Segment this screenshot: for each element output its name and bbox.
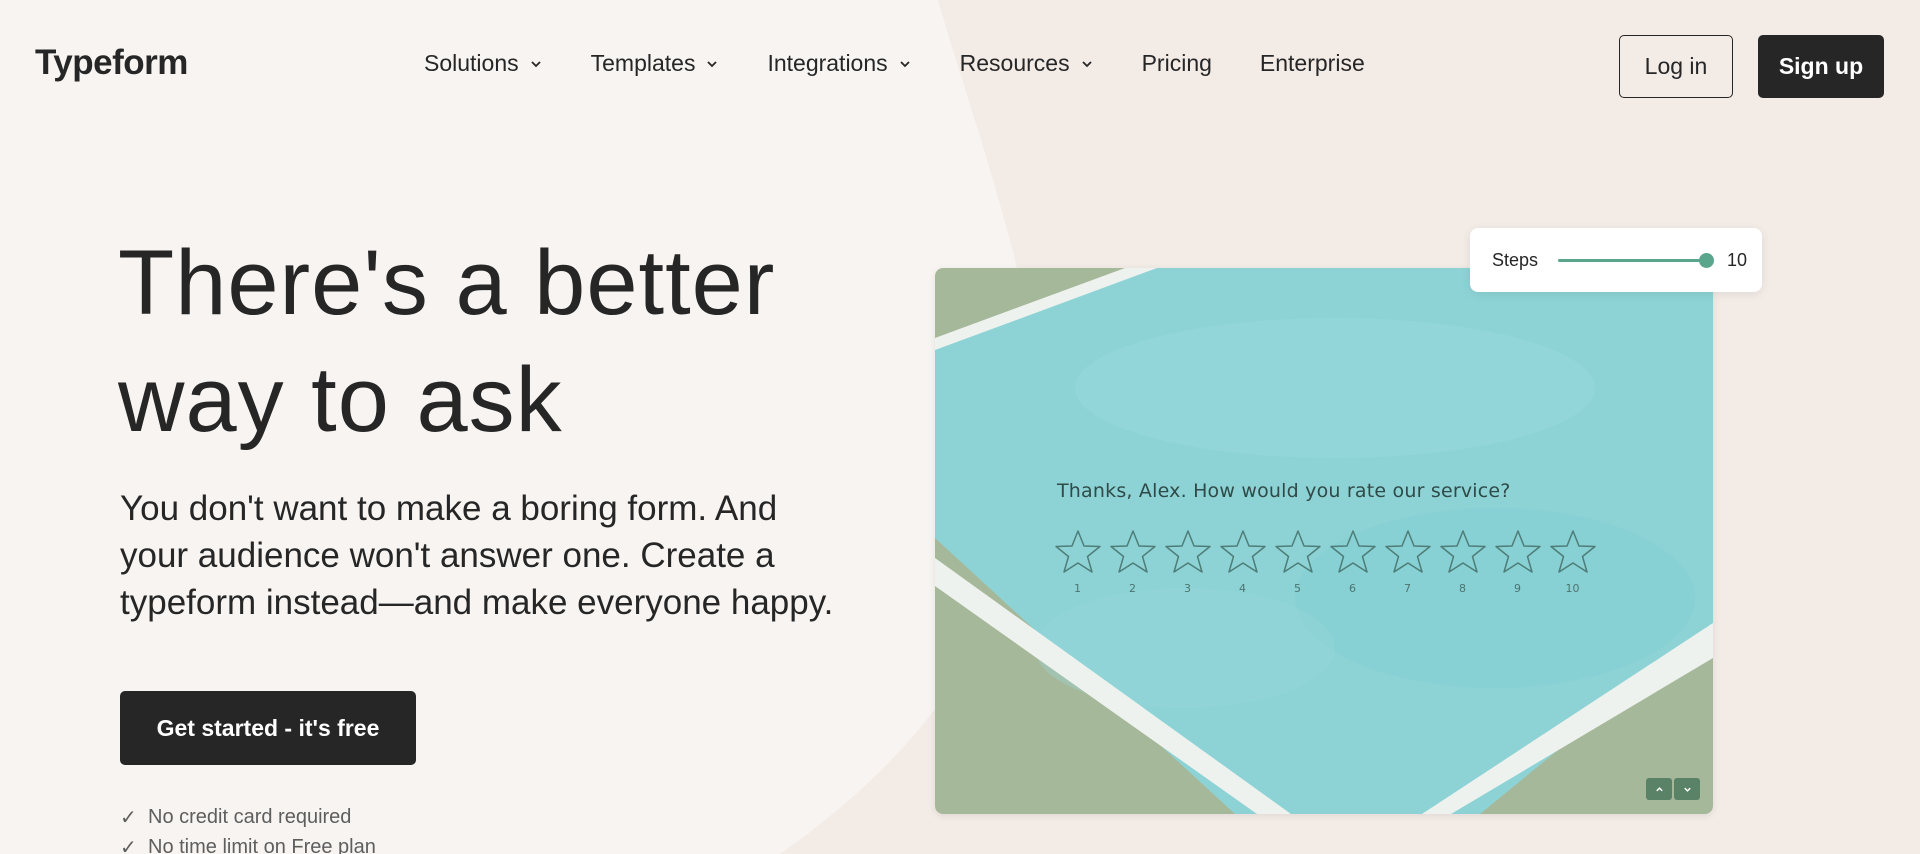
previous-question-button[interactable] (1646, 778, 1672, 800)
typeform-logo[interactable]: Typeform (35, 43, 188, 83)
steps-label: Steps (1492, 250, 1539, 270)
chevron-down-icon (529, 57, 543, 71)
star-icon (1384, 530, 1431, 573)
typeform-demo-card: Thanks, Alex. How would you rate our ser… (935, 268, 1713, 814)
star-icon (1219, 530, 1266, 573)
top-navigation: Typeform Solutions Templates Integration… (0, 0, 1920, 130)
steps-control: Steps 10 (1470, 228, 1762, 292)
next-question-button[interactable] (1674, 778, 1700, 800)
star-icon (1439, 530, 1486, 573)
rating-star-number: 10 (1565, 582, 1580, 595)
rating-star-number: 1 (1074, 582, 1081, 595)
chevron-down-icon (1683, 787, 1691, 792)
steps-value: 10 (1727, 250, 1748, 270)
chevron-up-icon (1655, 786, 1663, 791)
nav-item-enterprise[interactable]: Enterprise (1260, 50, 1365, 77)
chevron-down-icon (1080, 57, 1094, 71)
rating-star-option[interactable]: 6 (1325, 528, 1380, 595)
steps-slider-track[interactable] (1558, 259, 1707, 262)
steps-slider-thumb[interactable] (1699, 253, 1714, 268)
benefits-list: ✓ No credit card required ✓ No time limi… (120, 802, 376, 854)
rating-star-number: 5 (1294, 582, 1301, 595)
main-menu: Solutions Templates Integrations Resourc… (424, 50, 1365, 77)
check-icon: ✓ (120, 836, 137, 854)
rating-star-option[interactable]: 4 (1215, 528, 1270, 595)
rating-star-number: 3 (1184, 582, 1191, 595)
nav-item-label: Resources (959, 50, 1070, 76)
check-icon: ✓ (120, 806, 137, 829)
benefit-label: No credit card required (148, 805, 352, 828)
rating-star-option[interactable]: 8 (1435, 528, 1490, 595)
nav-item-templates[interactable]: Templates (591, 50, 720, 77)
rating-star-option[interactable]: 7 (1380, 528, 1435, 595)
nav-item-label: Solutions (424, 50, 519, 76)
login-button[interactable]: Log in (1619, 35, 1733, 98)
signup-button[interactable]: Sign up (1758, 35, 1884, 98)
card-navigation (1646, 778, 1700, 800)
rating-star-number: 7 (1404, 582, 1411, 595)
benefit-label: No time limit on Free plan (148, 835, 376, 854)
hero-title-line-2: way to ask (118, 349, 563, 451)
benefit-item: ✓ No credit card required (120, 802, 376, 832)
rating-star-number: 8 (1459, 582, 1466, 595)
nav-item-pricing[interactable]: Pricing (1142, 50, 1212, 77)
star-icon (1549, 530, 1596, 573)
rating-star-option[interactable]: 2 (1105, 528, 1160, 595)
rating-star-option[interactable]: 5 (1270, 528, 1325, 595)
chevron-down-icon (705, 57, 719, 71)
star-icon (1054, 530, 1101, 573)
nav-item-label: Templates (590, 50, 696, 76)
benefit-item: ✓ No time limit on Free plan (120, 832, 376, 854)
star-rating: 1 2 3 4 5 6 7 8 9 10 (1050, 528, 1600, 595)
rating-star-option[interactable]: 3 (1160, 528, 1215, 595)
hero-subtitle: You don't want to make a boring form. An… (120, 489, 834, 622)
demo-question: Thanks, Alex. How would you rate our ser… (1057, 480, 1511, 502)
star-icon (1494, 530, 1541, 573)
star-icon (1164, 530, 1211, 573)
hero-title-line-1: There's a better (118, 232, 776, 334)
nav-item-label: Integrations (767, 50, 888, 76)
star-icon (1329, 530, 1376, 573)
rating-star-number: 4 (1239, 582, 1246, 595)
rating-star-option[interactable]: 10 (1545, 528, 1600, 595)
rating-star-number: 9 (1514, 582, 1521, 595)
rating-star-option[interactable]: 1 (1050, 528, 1105, 595)
nav-item-integrations[interactable]: Integrations (767, 50, 911, 77)
rating-star-number: 6 (1349, 582, 1356, 595)
nav-item-label: Enterprise (1259, 50, 1365, 76)
nav-item-label: Pricing (1141, 50, 1212, 76)
hero-title: There's a better way to ask (118, 225, 878, 459)
rating-star-number: 2 (1129, 582, 1136, 595)
rating-star-option[interactable]: 9 (1490, 528, 1545, 595)
nav-item-resources[interactable]: Resources (960, 50, 1094, 77)
nav-item-solutions[interactable]: Solutions (424, 50, 543, 77)
star-icon (1274, 530, 1321, 573)
star-icon (1109, 530, 1156, 573)
get-started-button[interactable]: Get started - it's free (120, 691, 416, 765)
chevron-down-icon (898, 57, 912, 71)
